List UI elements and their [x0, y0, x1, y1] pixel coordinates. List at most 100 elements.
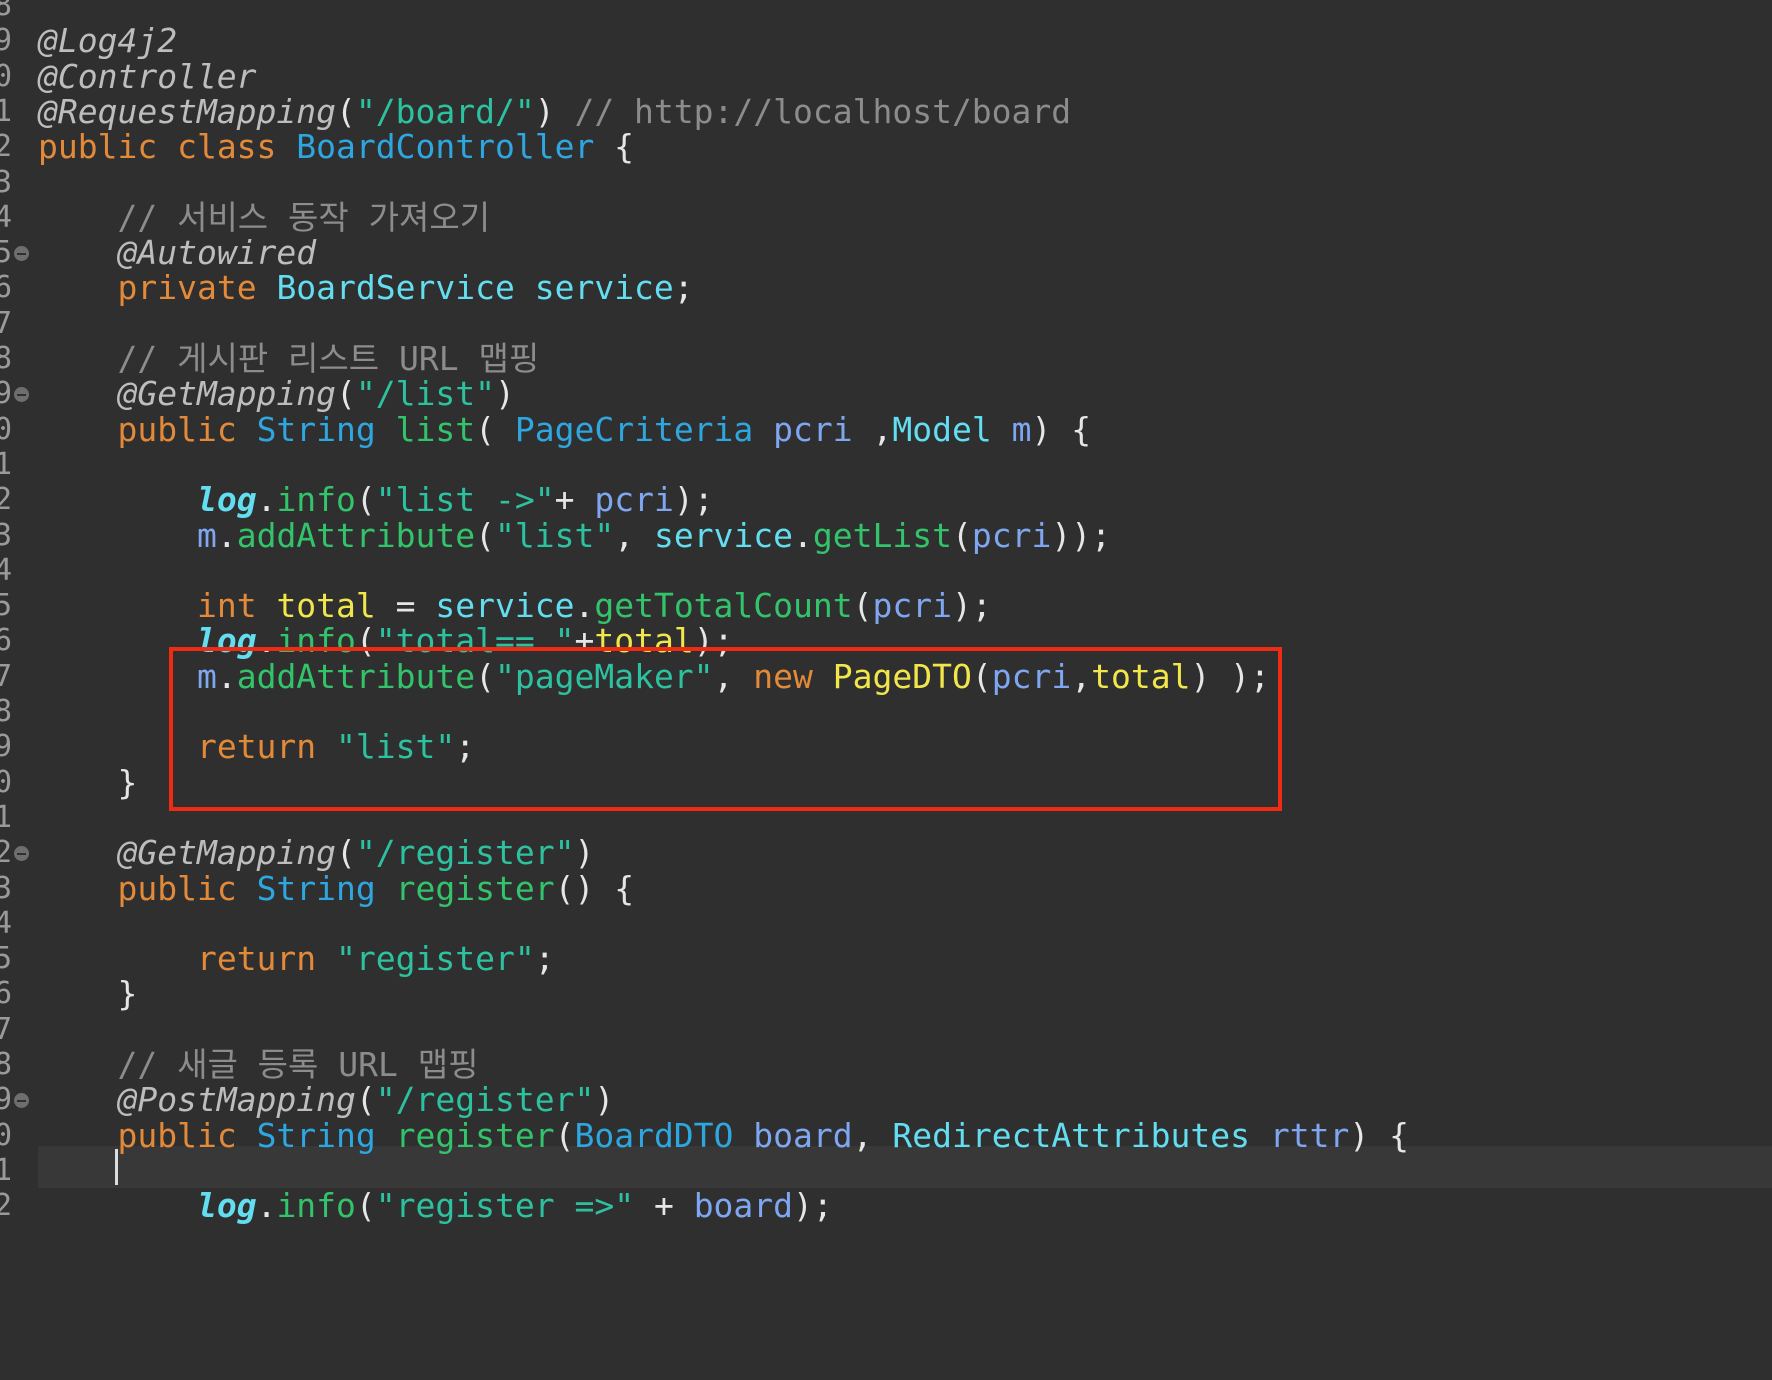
code-line[interactable]: 3 public String register() { [0, 869, 1772, 909]
code-line[interactable]: 4 [0, 551, 1772, 591]
code-line[interactable]: 2 @GetMapping("/register") [0, 833, 1772, 873]
line-number: 7 [0, 658, 13, 694]
code-token: ) [594, 1080, 615, 1120]
code-line[interactable]: 5 @Autowired [0, 233, 1772, 273]
fold-collapse-icon[interactable] [14, 1093, 29, 1109]
code-token: service [435, 586, 575, 626]
line-number: 5 [0, 235, 13, 271]
code-token: service [534, 268, 674, 308]
code-line[interactable]: 1 [0, 1151, 1772, 1191]
code-line[interactable]: 4 [0, 904, 1772, 944]
code-line[interactable]: 9 @Log4j2 [0, 21, 1772, 61]
line-number: 4 [0, 199, 13, 235]
code-line[interactable]: 7 [0, 1010, 1772, 1050]
line-number: 3 [0, 517, 13, 553]
code-line[interactable]: 5 return "register"; [0, 939, 1772, 979]
line-number: 6 [0, 976, 13, 1012]
code-line[interactable]: 6 } [0, 974, 1772, 1014]
code-token: } [38, 974, 138, 1014]
code-token: BoardService [276, 268, 535, 308]
code-token: BoardController [296, 127, 595, 167]
highlight-annotation-box [169, 647, 1282, 811]
code-token: ( [336, 833, 356, 873]
line-number: 2 [0, 482, 13, 518]
fold-collapse-icon[interactable] [14, 246, 29, 262]
code-token: String [256, 1115, 396, 1155]
code-line[interactable]: 7 [0, 304, 1772, 344]
code-token: ( [336, 91, 356, 131]
code-token: log [196, 480, 257, 520]
code-line[interactable]: 0 @Controller [0, 57, 1772, 97]
code-token: pcri [872, 586, 952, 626]
code-line[interactable]: 2 public class BoardController { [0, 127, 1772, 167]
code-editor[interactable]: 8 9 @Log4j2 0 @Controller 1 @RequestMapping("/… [0, 0, 1772, 1380]
code-token: pcri [594, 480, 674, 520]
code-line[interactable]: 0 public String register(BoardDTO board,… [0, 1116, 1772, 1156]
code-line[interactable]: 6 private BoardService service; [0, 268, 1772, 308]
code-token: + [634, 1186, 694, 1226]
code-text: @GetMapping("/register") [38, 833, 594, 873]
code-token: "/register" [355, 833, 575, 873]
code-line[interactable]: 1 [0, 445, 1772, 485]
line-number: 1 [0, 1152, 13, 1188]
fold-collapse-icon[interactable] [14, 846, 29, 862]
code-token: board [693, 1186, 794, 1226]
code-token: Model [892, 409, 1012, 449]
code-token: log [196, 1186, 257, 1226]
code-token: . [256, 1186, 277, 1226]
code-token: info [276, 480, 356, 520]
code-token: @RequestMapping [38, 91, 337, 131]
code-token: + [554, 480, 595, 520]
line-number: 0 [0, 411, 13, 447]
line-number: 9 [0, 376, 13, 412]
code-token: total [276, 586, 376, 626]
code-token: )); [1051, 515, 1111, 555]
line-number: 0 [0, 58, 13, 94]
code-line[interactable]: 4 // 서비스 동작 가져오기 [0, 198, 1772, 238]
code-text: public class BoardController { [38, 127, 634, 167]
code-line[interactable]: 8 // 게시판 리스트 URL 맵핑 [0, 339, 1772, 379]
code-text: @Autowired [38, 233, 316, 273]
code-token: BoardDTO [574, 1115, 754, 1155]
code-token: public [117, 409, 257, 449]
line-number: 3 [0, 164, 13, 200]
code-line[interactable]: 5 int total = service.getTotalCount(pcri… [0, 586, 1772, 626]
code-text: log.info("list ->"+ pcri); [38, 480, 714, 520]
code-text: @RequestMapping("/board/") // http://loc… [38, 92, 1071, 132]
code-token: "/board/" [355, 91, 535, 131]
code-line[interactable]: 3 m.addAttribute("list", service.getList… [0, 516, 1772, 556]
line-number: 9 [0, 729, 13, 765]
code-token: private [117, 268, 277, 308]
code-line[interactable]: 9 @GetMapping("/list") [0, 374, 1772, 414]
code-line[interactable]: 0 public String list( PageCriteria pcri … [0, 410, 1772, 450]
code-line[interactable]: 3 [0, 163, 1772, 203]
code-token: ); [673, 480, 714, 520]
code-line[interactable]: 1 @RequestMapping("/board/") // http://lo… [0, 92, 1772, 132]
code-line[interactable]: 9 @PostMapping("/register") [0, 1080, 1772, 1120]
fold-collapse-icon[interactable] [14, 387, 29, 403]
line-number: 7 [0, 1011, 13, 1047]
code-token: RedirectAttributes [892, 1115, 1270, 1155]
code-token: , [614, 515, 654, 555]
code-token: , [852, 1115, 893, 1155]
code-token: pcri [971, 515, 1052, 555]
code-token: "/list" [355, 374, 495, 414]
code-text: private BoardService service; [38, 268, 693, 308]
code-text: @PostMapping("/register") [38, 1080, 614, 1120]
line-number: 7 [0, 305, 13, 341]
code-line[interactable]: 8 // 새글 등록 URL 맵핑 [0, 1045, 1772, 1085]
code-token: = [375, 586, 436, 626]
code-line[interactable]: 2 log.info("list ->"+ pcri); [0, 480, 1772, 520]
code-token: PageCriteria [514, 409, 774, 449]
line-number: 1 [0, 446, 13, 482]
code-line[interactable]: 2 log.info("register =>" + board); [0, 1186, 1772, 1226]
code-text: public String register() { [38, 869, 634, 909]
